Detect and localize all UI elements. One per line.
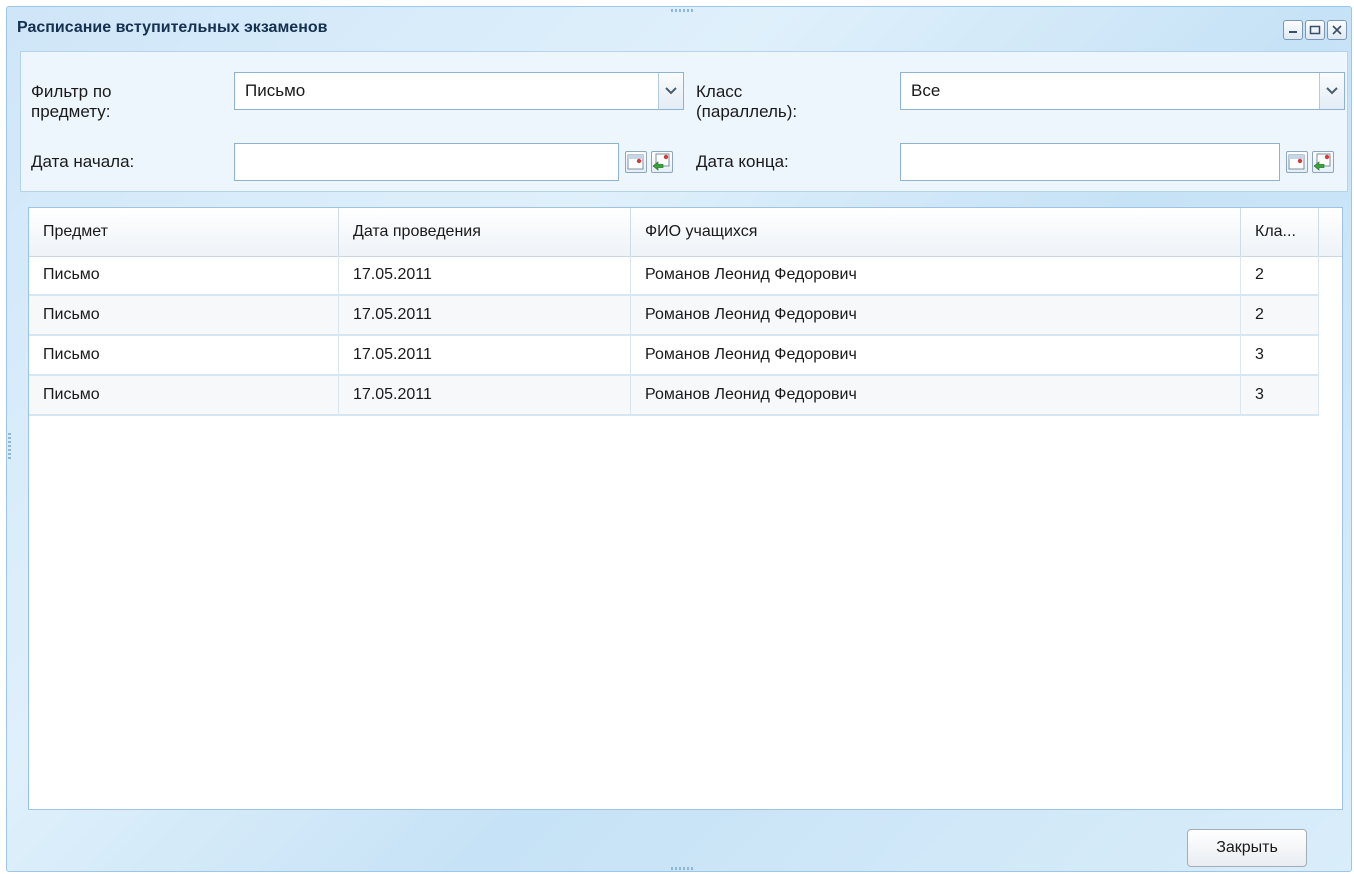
start-date-calendar-button[interactable]	[625, 151, 647, 173]
subject-filter-label: Фильтр по предмету:	[31, 82, 112, 122]
class-filter-label: Класс (параллель):	[696, 82, 797, 122]
chevron-down-icon	[665, 87, 677, 95]
end-date-label: Дата конца:	[696, 152, 789, 171]
cell-students: Романов Леонид Федорович	[631, 256, 1241, 294]
calendar-icon	[627, 154, 644, 170]
minimize-button[interactable]	[1283, 20, 1303, 40]
cell-class: 3	[1241, 336, 1319, 374]
column-header-date[interactable]: Дата проведения	[339, 208, 631, 256]
end-date-input[interactable]	[900, 143, 1280, 181]
window-title: Расписание вступительных экзаменов	[17, 19, 328, 36]
filter-panel: Фильтр по предмету: Письмо Класс (паралл…	[20, 51, 1348, 192]
start-date-label: Дата начала:	[31, 152, 135, 171]
end-date-calendar-button[interactable]	[1286, 151, 1308, 173]
cell-date: 17.05.2011	[339, 256, 631, 294]
column-header-subject[interactable]: Предмет	[29, 208, 339, 256]
cell-subject: Письмо	[29, 256, 339, 294]
subject-filter-combo[interactable]: Письмо	[234, 72, 684, 110]
cell-subject: Письмо	[29, 376, 339, 414]
minimize-icon	[1289, 31, 1297, 33]
column-header-students[interactable]: ФИО учащихся	[631, 208, 1241, 256]
table-row[interactable]: Письмо 17.05.2011 Романов Леонид Федоров…	[29, 336, 1319, 376]
calendar-icon	[1288, 154, 1305, 170]
class-filter-combo[interactable]: Все	[900, 72, 1345, 110]
cell-date: 17.05.2011	[339, 296, 631, 334]
calendar-today-icon	[1313, 153, 1331, 171]
maximize-button[interactable]	[1305, 20, 1325, 40]
cell-students: Романов Леонид Федорович	[631, 336, 1241, 374]
subject-filter-value: Письмо	[245, 81, 306, 100]
start-date-input[interactable]	[234, 143, 619, 181]
window-titlebar[interactable]: Расписание вступительных экзаменов	[7, 7, 1351, 49]
cell-subject: Письмо	[29, 336, 339, 374]
resize-handle-left[interactable]	[8, 433, 11, 461]
exam-schedule-grid: Предмет Дата проведения ФИО учащихся Кла…	[28, 207, 1343, 810]
subject-filter-label-line1: Фильтр по	[31, 82, 112, 101]
subject-filter-label-line2: предмету:	[31, 102, 111, 121]
window-tools	[1283, 20, 1347, 40]
resize-handle-bottom[interactable]	[671, 867, 695, 870]
cell-class: 3	[1241, 376, 1319, 414]
cell-class: 2	[1241, 256, 1319, 294]
close-icon	[1332, 25, 1342, 35]
maximize-icon	[1309, 25, 1321, 35]
subject-dropdown-button[interactable]	[658, 73, 683, 109]
exam-schedule-window: Расписание вступительных экзаменов Фильт…	[6, 6, 1352, 872]
cell-date: 17.05.2011	[339, 376, 631, 414]
cell-date: 17.05.2011	[339, 336, 631, 374]
window-footer: Закрыть	[7, 807, 1353, 873]
table-row[interactable]: Письмо 17.05.2011 Романов Леонид Федоров…	[29, 296, 1319, 336]
grid-header: Предмет Дата проведения ФИО учащихся Кла…	[29, 208, 1342, 257]
close-window-button[interactable]: Закрыть	[1187, 829, 1307, 867]
close-button[interactable]	[1327, 20, 1347, 40]
cell-subject: Письмо	[29, 296, 339, 334]
cell-class: 2	[1241, 296, 1319, 334]
end-date-today-button[interactable]	[1312, 151, 1334, 173]
class-filter-value: Все	[911, 81, 941, 100]
cell-students: Романов Леонид Федорович	[631, 296, 1241, 334]
start-date-today-button[interactable]	[651, 151, 673, 173]
table-row[interactable]: Письмо 17.05.2011 Романов Леонид Федоров…	[29, 376, 1319, 416]
column-header-class[interactable]: Кла...	[1241, 208, 1319, 256]
cell-students: Романов Леонид Федорович	[631, 376, 1241, 414]
chevron-down-icon	[1326, 87, 1338, 95]
table-row[interactable]: Письмо 17.05.2011 Романов Леонид Федоров…	[29, 256, 1319, 296]
calendar-today-icon	[652, 153, 670, 171]
class-filter-label-line2: (параллель):	[696, 102, 798, 121]
class-dropdown-button[interactable]	[1319, 73, 1344, 109]
class-filter-label-line1: Класс	[696, 82, 743, 101]
